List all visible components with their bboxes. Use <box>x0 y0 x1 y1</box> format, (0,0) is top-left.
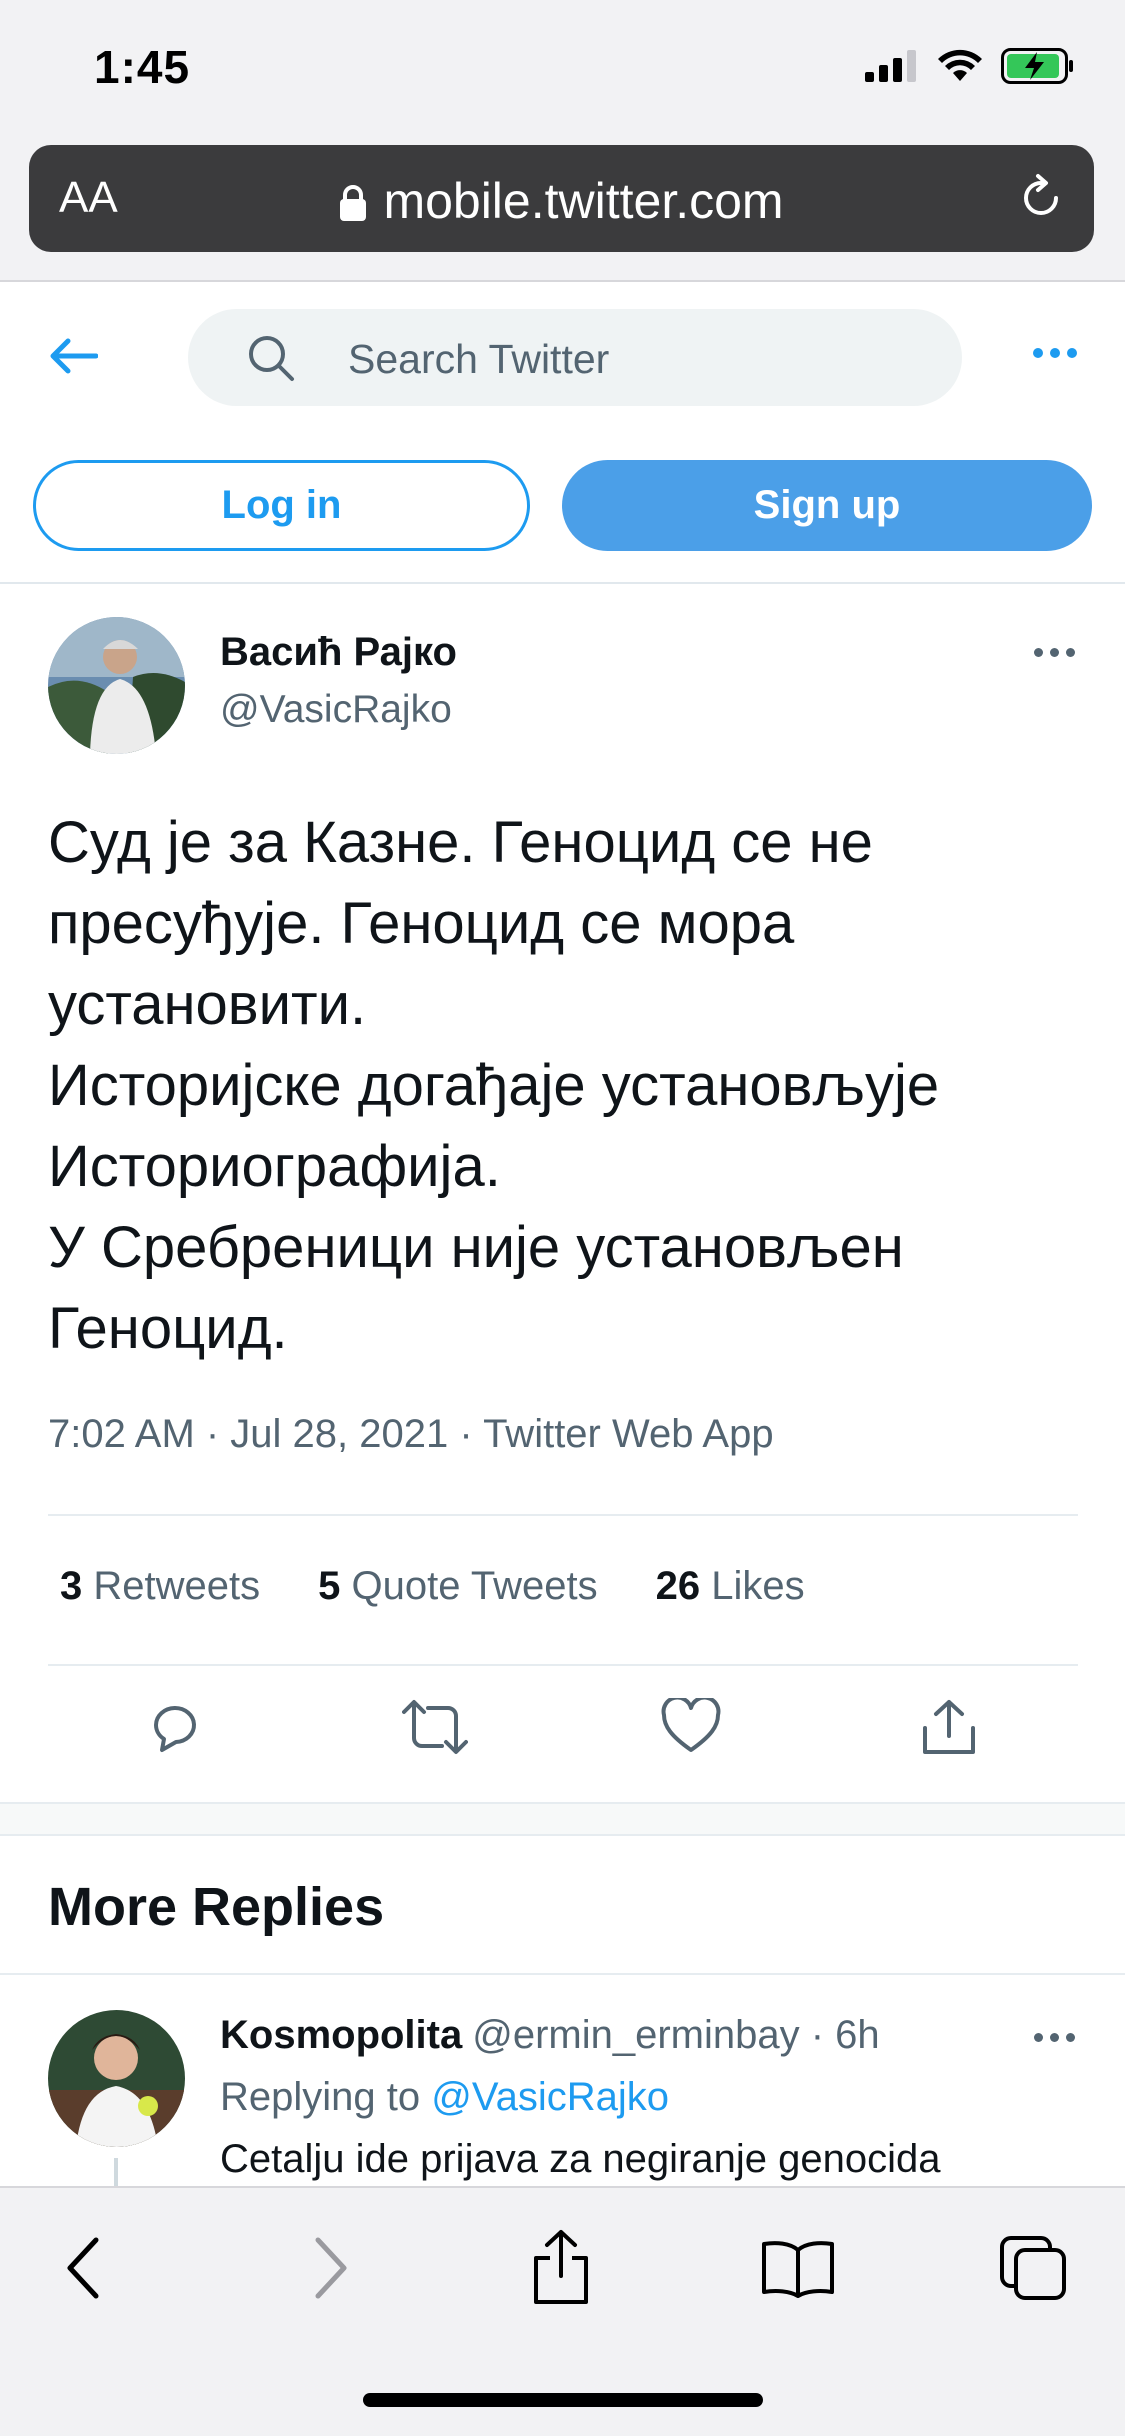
signup-button[interactable]: Sign up <box>562 460 1092 551</box>
more-replies-heading: More Replies <box>48 1877 385 1937</box>
more-dots-icon[interactable] <box>1033 348 1077 358</box>
tweet-text-line: Историјске догађаје установљује <box>48 1053 940 1118</box>
bookmarks-icon[interactable] <box>760 2238 836 2300</box>
url-display[interactable]: mobile.twitter.com <box>29 172 1094 230</box>
quotes-label: Quote Tweets <box>351 1564 598 1608</box>
more-dots-icon[interactable] <box>1034 2033 1075 2042</box>
divider <box>48 1514 1078 1516</box>
reply-author-name[interactable]: Kosmopolita <box>220 2013 462 2057</box>
tweet-text-line: Историографија. <box>48 1134 501 1199</box>
home-indicator[interactable] <box>363 2393 763 2407</box>
cellular-signal-icon <box>865 50 916 82</box>
tweet-text: Суд је за Казне. Геноцид се не пресуђује… <box>48 802 1088 1369</box>
tweet-text-line: пресуђује. Геноцид се мора <box>48 891 795 956</box>
more-dots-icon[interactable] <box>1034 648 1075 657</box>
replying-prefix: Replying to <box>220 2075 421 2119</box>
lock-icon <box>340 185 367 221</box>
status-icons <box>865 48 1075 84</box>
search-input[interactable]: Search Twitter <box>188 309 962 406</box>
likes-label: Likes <box>711 1564 805 1608</box>
divider <box>0 582 1125 584</box>
twitter-header: Search Twitter <box>0 284 1125 444</box>
reply-bubble-icon[interactable] <box>146 1698 204 1756</box>
chevron-right-icon[interactable] <box>310 2236 350 2300</box>
status-time: 1:45 <box>94 41 191 93</box>
likes-count: 26 <box>655 1564 701 1608</box>
tweet-text-line: Суд је за Казне. Геноцид се не <box>48 810 873 875</box>
author-name[interactable]: Васић Рајко <box>220 630 457 675</box>
tabs-icon[interactable] <box>998 2234 1068 2302</box>
chevron-left-icon[interactable] <box>64 2236 104 2300</box>
retweet-icon[interactable] <box>402 1698 468 1756</box>
tweet-stats: 3 Retweets 5 Quote Tweets 26 Likes <box>60 1564 863 1609</box>
wifi-icon <box>938 49 982 81</box>
quote-tweets-stat[interactable]: 5 Quote Tweets <box>318 1564 597 1609</box>
share-icon[interactable] <box>530 2228 592 2306</box>
reply-handle-time[interactable]: @ermin_erminbay · 6h <box>472 2013 879 2057</box>
divider <box>0 1973 1125 1975</box>
author-avatar[interactable] <box>48 617 185 754</box>
battery-charging-icon <box>1001 48 1073 84</box>
tweet-actions <box>0 1698 1125 1768</box>
thread-line <box>114 2158 118 2188</box>
reply-avatar[interactable] <box>48 2010 185 2147</box>
reply-text: Cetalju ide prijava za negiranje genocid… <box>220 2137 941 2181</box>
tweet-text-line: У Сребреници није установљен <box>48 1215 904 1280</box>
search-icon <box>249 336 294 381</box>
heart-icon[interactable] <box>661 1698 721 1754</box>
author-handle[interactable]: @VasicRajko <box>220 688 452 732</box>
quotes-count: 5 <box>318 1564 341 1608</box>
likes-stat[interactable]: 26 Likes <box>656 1564 805 1609</box>
login-button[interactable]: Log in <box>33 460 530 551</box>
retweets-count: 3 <box>60 1564 83 1608</box>
tweet-text-line: Геноцид. <box>48 1296 288 1361</box>
auth-buttons: Log in Sign up <box>0 460 1125 580</box>
reply-header: Kosmopolita @ermin_erminbay · 6h <box>220 2013 880 2058</box>
replying-mention[interactable]: @VasicRajko <box>431 2075 669 2119</box>
address-bar[interactable]: AA mobile.twitter.com <box>29 145 1094 252</box>
divider <box>48 1664 1078 1666</box>
tweet-text-line: установити. <box>48 972 367 1037</box>
share-icon[interactable] <box>920 1698 978 1756</box>
reload-icon[interactable] <box>1016 173 1066 223</box>
tweet-timestamp[interactable]: 7:02 AM · Jul 28, 2021 · Twitter Web App <box>48 1412 774 1457</box>
safari-address-area: AA mobile.twitter.com <box>0 140 1125 282</box>
url-text: mobile.twitter.com <box>383 173 784 229</box>
replying-to: Replying to @VasicRajko <box>220 2075 669 2120</box>
section-separator <box>0 1802 1125 1836</box>
status-bar: 1:45 <box>0 0 1125 140</box>
arrow-left-icon[interactable] <box>48 336 98 376</box>
retweets-stat[interactable]: 3 Retweets <box>60 1564 260 1609</box>
retweets-label: Retweets <box>93 1564 261 1608</box>
search-placeholder: Search Twitter <box>348 336 610 382</box>
